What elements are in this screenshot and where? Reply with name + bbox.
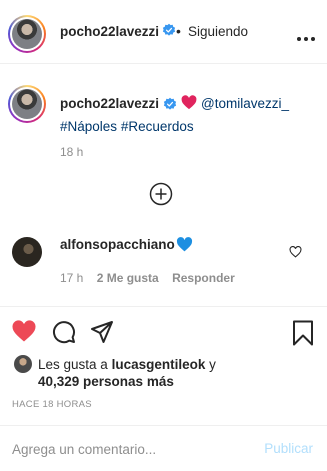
following-button[interactable]: Siguiendo bbox=[188, 24, 248, 39]
likes-conjunction: y bbox=[209, 357, 216, 372]
comment-input[interactable] bbox=[12, 438, 242, 460]
hashtag-link[interactable]: #Nápoles bbox=[60, 119, 117, 134]
caption-author-avatar[interactable] bbox=[8, 85, 46, 123]
comment-meta: 17 h 2 Me gusta Responder bbox=[60, 271, 245, 285]
blue-heart-emoji-icon bbox=[176, 237, 193, 257]
separator-dot: • bbox=[176, 23, 181, 39]
comment-time: 17 h bbox=[60, 271, 84, 285]
post-actions-bar bbox=[0, 306, 327, 356]
caption-username[interactable]: pocho22lavezzi bbox=[60, 96, 159, 111]
reply-button[interactable]: Responder bbox=[172, 271, 235, 285]
author-username[interactable]: pocho22lavezzi bbox=[60, 24, 159, 39]
heart-filled-icon[interactable] bbox=[12, 320, 36, 347]
liker-username[interactable]: lucasgentileok bbox=[112, 357, 206, 372]
commenter-avatar[interactable] bbox=[12, 237, 42, 267]
mention-link[interactable]: @tomilavezzi_ bbox=[201, 96, 289, 111]
post-header: pocho22lavezzi • Siguiendo bbox=[0, 0, 327, 64]
post-caption: pocho22lavezzi @tomilavezzi_ #Nápoles #Re… bbox=[60, 94, 320, 137]
caption-time: 18 h bbox=[60, 145, 84, 159]
hashtag-link[interactable]: #Recuerdos bbox=[121, 119, 194, 134]
likes-text: Les gusta a lucasgentileok y bbox=[38, 356, 318, 374]
comment-icon[interactable] bbox=[52, 320, 76, 349]
share-icon[interactable] bbox=[90, 320, 114, 349]
load-more-comments-button[interactable] bbox=[149, 182, 173, 206]
add-comment-bar: Publicar bbox=[0, 425, 327, 471]
likes-count-link[interactable]: 40,329 personas más bbox=[38, 374, 174, 389]
verified-badge-icon bbox=[163, 97, 177, 117]
author-avatar[interactable] bbox=[8, 15, 46, 53]
bookmark-icon[interactable] bbox=[292, 320, 314, 351]
more-horizontal-icon[interactable] bbox=[294, 28, 315, 46]
red-heart-emoji-icon bbox=[181, 95, 197, 116]
plus-circle-icon bbox=[149, 182, 173, 206]
publish-button[interactable]: Publicar bbox=[264, 441, 313, 456]
post-timestamp: HACE 18 HORAS bbox=[12, 399, 92, 410]
heart-outline-icon[interactable] bbox=[289, 245, 302, 263]
comment-likes-count[interactable]: 2 Me gusta bbox=[97, 271, 159, 285]
liker-avatar[interactable] bbox=[14, 355, 32, 373]
likes-prefix: Les gusta a bbox=[38, 357, 108, 372]
comment-username[interactable]: alfonsopacchiano bbox=[60, 237, 175, 252]
verified-badge-icon bbox=[162, 23, 176, 42]
